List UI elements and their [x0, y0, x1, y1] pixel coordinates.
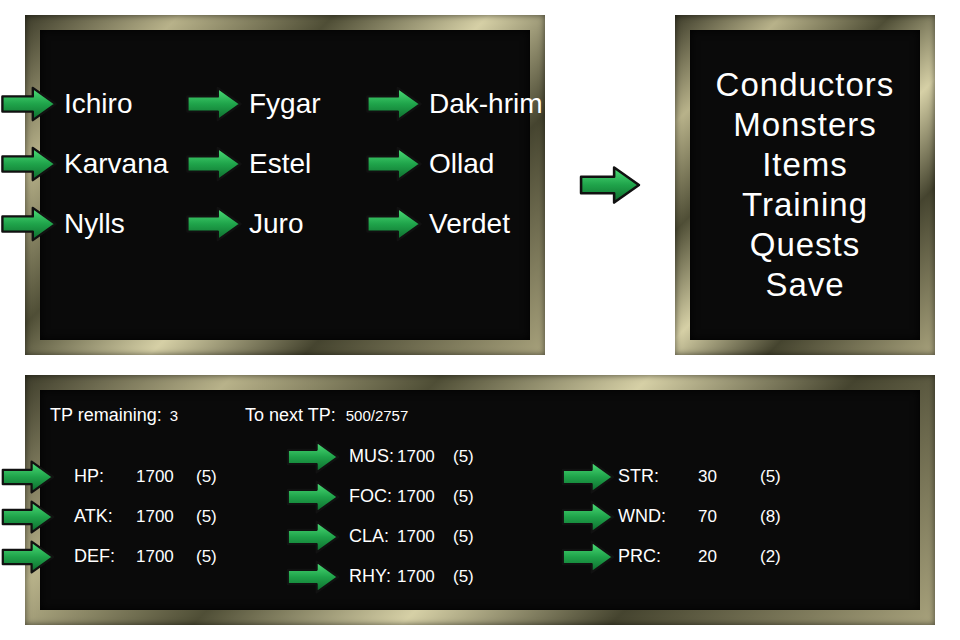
stat-row[interactable]: RHY:1700(5) [285, 557, 560, 597]
stat-column: MUS:1700(5)FOC:1700(5)CLA:1700(5)RHY:170… [285, 437, 560, 597]
arrow-icon[interactable] [285, 519, 341, 555]
arrow-icon[interactable] [0, 145, 58, 183]
conductor-item[interactable]: Ollad [365, 145, 543, 183]
conductor-item[interactable]: Estel [185, 145, 365, 183]
conductor-item[interactable]: Fygar [185, 85, 365, 123]
conductor-item[interactable]: Dak-hrim [365, 85, 543, 123]
arrow-icon[interactable] [365, 85, 423, 123]
menu-item[interactable]: Conductors [716, 65, 895, 105]
arrow-icon[interactable] [285, 439, 341, 475]
menu-item[interactable]: Quests [750, 225, 861, 265]
arrow-icon[interactable] [0, 499, 56, 535]
conductor-item[interactable]: Verdet [365, 205, 543, 243]
arrow-icon[interactable] [185, 85, 243, 123]
top-row: IchiroFygarDak-hrimKarvanaEstelOlladNyll… [25, 15, 935, 355]
arrow-icon[interactable] [285, 479, 341, 515]
stat-row[interactable]: MUS:1700(5) [285, 437, 560, 477]
arrow-icon[interactable] [560, 539, 616, 575]
stat-row[interactable]: FOC:1700(5) [285, 477, 560, 517]
stat-row[interactable]: DEF:1700(5) [0, 537, 285, 577]
arrow-icon[interactable] [185, 205, 243, 243]
arrow-icon[interactable] [0, 205, 58, 243]
tp-header: TP remaining:3To next TP:500/2757 [40, 402, 920, 429]
menu-item[interactable]: Items [762, 145, 848, 185]
stat-column: HP:1700(5)ATK:1700(5)DEF:1700(5) [0, 457, 285, 577]
next-tp: To next TP:500/2757 [245, 402, 408, 429]
pointer [545, 15, 675, 355]
stat-row[interactable]: STR:30(5) [560, 457, 920, 497]
stat-row[interactable]: HP:1700(5) [0, 457, 285, 497]
menu-item[interactable]: Training [742, 185, 868, 225]
arrow-icon[interactable] [560, 499, 616, 535]
stat-row[interactable]: ATK:1700(5) [0, 497, 285, 537]
arrow-icon[interactable] [0, 539, 56, 575]
arrow-icon[interactable] [579, 164, 641, 206]
arrow-icon[interactable] [365, 145, 423, 183]
arrow-icon[interactable] [365, 205, 423, 243]
arrow-icon[interactable] [285, 559, 341, 595]
conductor-panel: IchiroFygarDak-hrimKarvanaEstelOlladNyll… [25, 15, 545, 355]
arrow-icon[interactable] [560, 459, 616, 495]
stats-panel: TP remaining:3To next TP:500/2757HP:1700… [25, 375, 935, 625]
arrow-icon[interactable] [0, 459, 56, 495]
arrow-icon[interactable] [0, 85, 58, 123]
tp-remaining: TP remaining:3 [50, 402, 245, 429]
arrow-icon[interactable] [185, 145, 243, 183]
conductor-item[interactable]: Nylls [0, 205, 185, 243]
menu-item[interactable]: Monsters [733, 105, 877, 145]
menu-panel: ConductorsMonstersItemsTrainingQuestsSav… [675, 15, 935, 355]
stat-row[interactable]: CLA:1700(5) [285, 517, 560, 557]
conductor-item[interactable]: Karvana [0, 145, 185, 183]
stat-column: STR:30(5)WND:70(8)PRC:20(2) [560, 457, 920, 577]
conductor-item[interactable]: Juro [185, 205, 365, 243]
stat-row[interactable]: PRC:20(2) [560, 537, 920, 577]
screen: IchiroFygarDak-hrim KarvanaEstelOllad Nyll… [0, 0, 960, 640]
menu-item[interactable]: Save [765, 265, 844, 305]
stat-row[interactable]: WND:70(8) [560, 497, 920, 537]
conductor-item[interactable]: Ichiro [0, 85, 185, 123]
